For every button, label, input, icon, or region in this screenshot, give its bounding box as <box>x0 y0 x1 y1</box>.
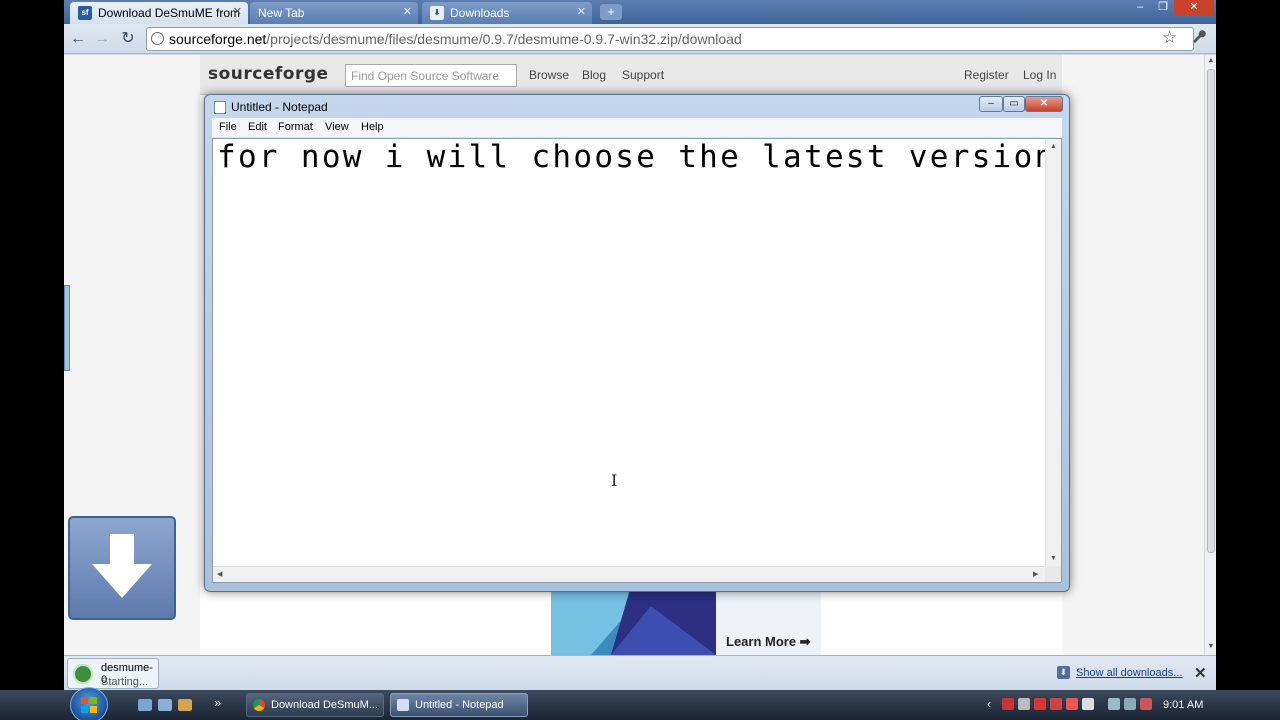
windows-taskbar: » Download DeSmuM... Untitled - Notepad … <box>0 687 1280 720</box>
scrollbar-thumb[interactable] <box>1207 69 1215 553</box>
windows-logo-icon <box>81 697 97 713</box>
notepad-title: Untitled - Notepad <box>231 100 328 114</box>
sourceforge-favicon-icon: sf <box>78 6 92 20</box>
nav-blog[interactable]: Blog <box>582 68 606 82</box>
taskbar-notepad-button[interactable]: Untitled - Notepad <box>390 693 528 717</box>
scroll-down-icon[interactable]: ▼ <box>1050 555 1057 562</box>
downloads-icon: ⬇ <box>1057 666 1070 679</box>
resize-grip[interactable] <box>1045 566 1061 582</box>
tab-title: New Tab <box>258 6 305 20</box>
restore-window-button[interactable]: ❐ <box>1151 0 1175 16</box>
tray-app-icon[interactable] <box>1066 698 1078 710</box>
nav-browse[interactable]: Browse <box>529 68 569 82</box>
scroll-down-icon[interactable]: ▼ <box>1205 643 1217 650</box>
downloads-shelf: desmume-0 Starting... ⬇ Show all downloa… <box>64 655 1216 690</box>
quick-launch-app-icon[interactable] <box>178 699 192 711</box>
tab-strip: sf Download DeSmuME from ✕ New Tab ✕ ⬇ D… <box>64 0 1216 24</box>
close-window-button[interactable]: ✕ <box>1174 0 1214 16</box>
tray-search-icon[interactable] <box>1034 698 1046 710</box>
tab-sourceforge-download[interactable]: sf Download DeSmuME from ✕ <box>70 2 248 24</box>
scroll-up-icon[interactable]: ▲ <box>1205 57 1217 64</box>
download-status: Starting... <box>101 676 149 688</box>
chrome-icon <box>253 699 265 711</box>
download-arrow-icon[interactable] <box>68 516 176 620</box>
tab-downloads[interactable]: ⬇ Downloads ✕ <box>422 2 592 24</box>
right-letterbox <box>1216 0 1280 690</box>
network-icon[interactable] <box>1124 698 1136 710</box>
downloads-favicon-icon: ⬇ <box>430 6 444 20</box>
register-link[interactable]: Register <box>964 68 1009 82</box>
sourceforge-header: sourceforge Find Open Source Software Br… <box>200 55 1062 95</box>
globe-icon <box>151 32 164 45</box>
ibeam-cursor-icon: I <box>611 471 618 490</box>
close-tab-icon[interactable]: ✕ <box>233 5 242 18</box>
wrench-menu-icon[interactable] <box>1190 28 1206 48</box>
tray-app-icon[interactable] <box>1002 698 1014 710</box>
taskbar-chrome-button[interactable]: Download DeSmuM... <box>246 693 384 717</box>
tray-expand-icon[interactable]: ‹ <box>987 697 991 711</box>
tab-title: Downloads <box>450 6 510 20</box>
task-label: Download DeSmuM... <box>271 699 378 711</box>
notepad-icon <box>397 699 409 711</box>
start-button[interactable] <box>70 687 108 720</box>
notepad-text-area[interactable]: for now i will choose the latest version… <box>212 138 1062 583</box>
menu-file[interactable]: File <box>219 121 237 133</box>
close-tab-icon[interactable]: ✕ <box>403 5 412 18</box>
login-link[interactable]: Log In <box>1023 68 1056 82</box>
notepad-minimize-button[interactable]: – <box>979 96 1003 112</box>
browser-toolbar: ← → ↻ sourceforge.net/projects/desmume/f… <box>64 24 1216 54</box>
volume-icon[interactable] <box>1140 698 1152 710</box>
url-domain: sourceforge.net <box>169 31 267 47</box>
menu-edit[interactable]: Edit <box>248 121 267 133</box>
tray-app-icon[interactable] <box>1018 698 1030 710</box>
scroll-up-icon[interactable]: ▲ <box>1050 143 1057 150</box>
page-right-margin <box>1062 55 1204 655</box>
tab-title: Download DeSmuME from <box>98 6 241 20</box>
forward-button[interactable]: → <box>92 29 112 49</box>
show-all-downloads-link[interactable]: Show all downloads... <box>1076 667 1182 679</box>
new-tab-button[interactable]: + <box>600 4 622 20</box>
page-scrollbar[interactable]: ▲ ▼ <box>1204 55 1216 655</box>
scroll-right-icon[interactable]: ▶ <box>1033 570 1038 578</box>
switch-windows-icon[interactable] <box>158 699 172 711</box>
notepad-text-content: for now i will choose the latest version <box>217 139 1058 175</box>
close-tab-icon[interactable]: ✕ <box>577 5 586 18</box>
task-label: Untitled - Notepad <box>415 699 504 711</box>
notepad-close-button[interactable]: ✕ <box>1025 96 1063 112</box>
tray-app-icon[interactable] <box>1050 698 1062 710</box>
sourceforge-logo[interactable]: sourceforge <box>208 64 329 84</box>
menu-format[interactable]: Format <box>278 121 313 133</box>
bookmark-star-icon[interactable]: ☆ <box>1162 28 1177 48</box>
learn-more-link[interactable]: Learn More ➡ <box>726 634 811 650</box>
feedback-side-tab[interactable] <box>64 285 70 371</box>
tab-new-tab[interactable]: New Tab ✕ <box>250 2 418 24</box>
url-path: /projects/desmume/files/desmume/0.9.7/de… <box>266 31 742 47</box>
notepad-maximize-button[interactable]: ▭ <box>1003 96 1025 112</box>
back-button[interactable]: ← <box>68 29 88 49</box>
notepad-icon <box>214 101 226 114</box>
taskbar-clock[interactable]: 9:01 AM <box>1163 699 1203 711</box>
menu-view[interactable]: View <box>325 121 349 133</box>
notepad-vertical-scrollbar[interactable]: ▲ ▼ <box>1045 139 1061 568</box>
archive-file-icon <box>73 664 93 684</box>
nav-support[interactable]: Support <box>622 68 664 82</box>
menu-help[interactable]: Help <box>361 121 384 133</box>
notepad-menubar: File Edit Format View Help <box>212 118 1062 138</box>
close-shelf-icon[interactable]: ✕ <box>1194 664 1207 682</box>
scroll-left-icon[interactable]: ◀ <box>217 570 222 578</box>
minimize-window-button[interactable]: – <box>1128 0 1152 16</box>
notepad-window: Untitled - Notepad – ▭ ✕ File Edit Forma… <box>204 94 1070 592</box>
address-bar[interactable]: sourceforge.net/projects/desmume/files/d… <box>146 27 1194 51</box>
advertisement-banner[interactable]: Learn More ➡ <box>551 586 821 655</box>
reload-button[interactable]: ↻ <box>118 29 138 49</box>
tray-app-icon[interactable] <box>1082 698 1094 710</box>
tray-app-icon[interactable] <box>1108 698 1120 710</box>
download-item[interactable]: desmume-0 Starting... <box>67 658 159 689</box>
sourceforge-search-input[interactable]: Find Open Source Software <box>345 64 517 87</box>
show-desktop-icon[interactable] <box>138 699 152 711</box>
notepad-horizontal-scrollbar[interactable]: ◀ ▶ <box>213 566 1046 582</box>
quick-launch-overflow-icon[interactable]: » <box>214 695 221 710</box>
left-letterbox <box>0 0 64 690</box>
